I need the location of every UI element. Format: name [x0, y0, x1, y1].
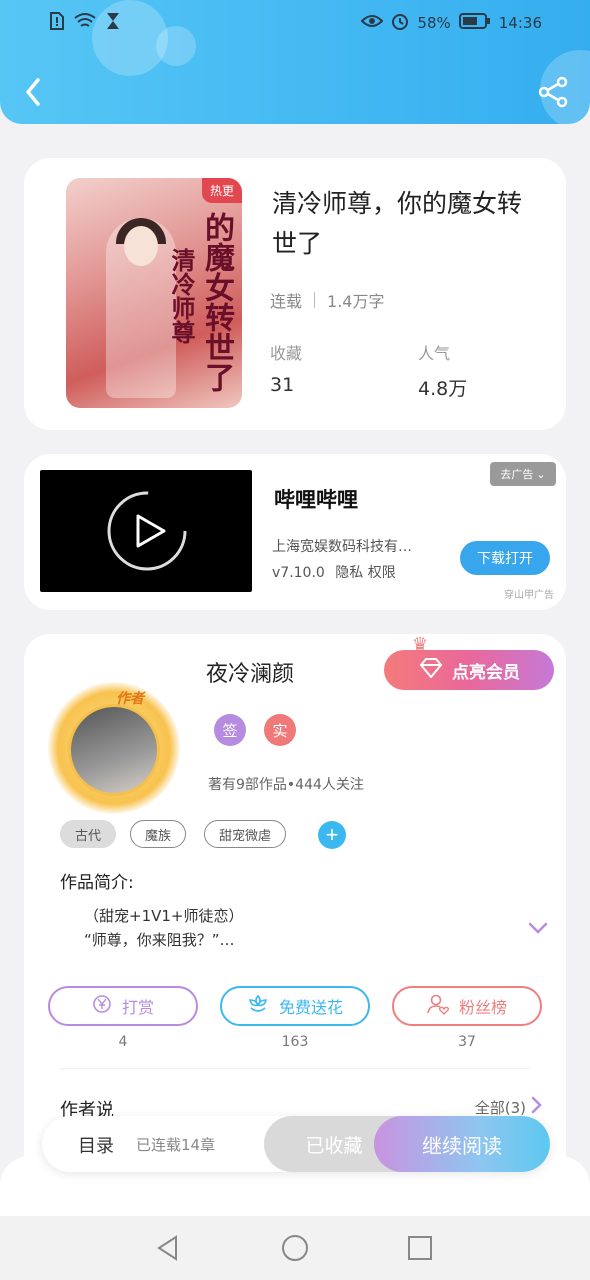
chevron-down-icon: ⌄: [536, 469, 546, 481]
ad-download-button[interactable]: 下载打开: [460, 541, 550, 575]
status-bar: 58% 14:36: [0, 10, 590, 38]
battery-icon: [458, 12, 491, 34]
ad-video[interactable]: [40, 470, 252, 592]
flower-icon: [247, 994, 269, 1018]
nav-back-icon[interactable]: [154, 1234, 182, 1262]
vip-button[interactable]: 点亮会员: [384, 650, 554, 690]
popularity-value: 4.8万: [418, 378, 468, 400]
verified-badge: 实: [264, 714, 296, 746]
chevron-right-icon: [530, 1096, 542, 1118]
ad-app-name[interactable]: 哔哩哔哩: [274, 484, 358, 514]
author-works-info: 著有9部作品•444人关注: [208, 777, 364, 793]
divider: [314, 292, 316, 308]
chevron-left-icon[interactable]: [22, 76, 44, 108]
author-avatar[interactable]: 作者: [48, 682, 180, 814]
fan-rank-button[interactable]: 粉丝榜: [392, 986, 542, 1026]
intro-label: 作品简介:: [60, 873, 134, 893]
chapter-count: 已连载14章: [136, 1136, 216, 1154]
toc-button[interactable]: 目录: [78, 1132, 114, 1158]
ad-source: 穿山甲广告: [504, 590, 554, 601]
chevron-down-icon[interactable]: [528, 920, 548, 934]
ad-meta: v7.10.0 隐私 权限: [272, 562, 396, 582]
flower-count: 163: [281, 1034, 309, 1050]
signed-badge: 签: [214, 714, 246, 746]
battery-percent: 58%: [417, 14, 451, 32]
tag-pill[interactable]: 古代: [60, 820, 117, 848]
share-icon[interactable]: [538, 76, 568, 108]
intro-text: （甜宠+1V1+师徒恋） “师尊，你来阻我？”…: [84, 907, 244, 949]
fan-count: 37: [458, 1034, 476, 1050]
favorites-value: 31: [270, 374, 295, 396]
eye-icon: [361, 13, 384, 33]
tag-pill[interactable]: 甜宠微虐: [204, 820, 287, 848]
tip-count: 4: [118, 1034, 128, 1050]
author-name[interactable]: 夜冷澜颜: [206, 656, 294, 688]
add-tag-button[interactable]: +: [318, 821, 346, 849]
bottom-action-bar: 目录 已连载14章 已收藏 继续阅读: [42, 1116, 550, 1172]
book-cover[interactable]: 热更 的魔女转世了 清冷师尊: [66, 178, 242, 408]
fan-user-icon: [427, 993, 450, 1019]
system-nav-bar: [0, 1216, 590, 1280]
ad-company: 上海宽娱数码科技有…: [272, 539, 412, 555]
tag-pill[interactable]: 魔族: [130, 820, 187, 848]
cover-title-main: 的魔女转世了: [199, 212, 234, 392]
book-info-card: 热更 的魔女转世了 清冷师尊 清冷师尊，你的魔女转世了 连载 1.4万字 收藏 …: [24, 158, 566, 430]
play-icon[interactable]: [106, 490, 188, 572]
author-badge: 作者: [116, 691, 144, 707]
diamond-icon: [418, 657, 444, 683]
sim-alert-icon: [50, 12, 64, 34]
send-flower-button[interactable]: 免费送花: [220, 986, 370, 1026]
nav-home-icon[interactable]: [281, 1234, 309, 1262]
clock-time: 14:36: [498, 14, 542, 32]
nav-recents-icon[interactable]: [406, 1234, 434, 1262]
book-title: 清冷师尊，你的魔女转世了: [272, 189, 523, 258]
alarm-icon: [391, 12, 409, 34]
header: 58% 14:36: [0, 0, 590, 124]
ad-card[interactable]: 哔哩哔哩 上海宽娱数码科技有… v7.10.0 隐私 权限 下载打开 去广告 ⌄…: [24, 454, 566, 610]
book-meta: 连载 1.4万字: [270, 288, 384, 312]
hourglass-icon: [106, 12, 120, 34]
popularity-label: 人气: [418, 344, 451, 363]
ad-remove-button[interactable]: 去广告 ⌄: [490, 462, 556, 486]
cover-title-sub: 清冷师尊: [167, 248, 196, 344]
serial-status: 连载: [270, 292, 303, 311]
wifi-icon: [74, 12, 96, 34]
divider: [60, 1068, 530, 1069]
author-says-all-link[interactable]: 全部(3): [475, 1096, 542, 1118]
favorites-label: 收藏: [270, 344, 303, 363]
ad-version: v7.10.0: [272, 565, 325, 581]
ad-links[interactable]: 隐私 权限: [335, 565, 395, 581]
continue-reading-button[interactable]: 继续阅读: [374, 1116, 550, 1172]
cover-hot-tag: 热更: [201, 178, 242, 203]
word-count: 1.4万字: [327, 292, 385, 311]
yen-coin-icon: [92, 994, 112, 1018]
tip-button[interactable]: 打赏: [48, 986, 198, 1026]
